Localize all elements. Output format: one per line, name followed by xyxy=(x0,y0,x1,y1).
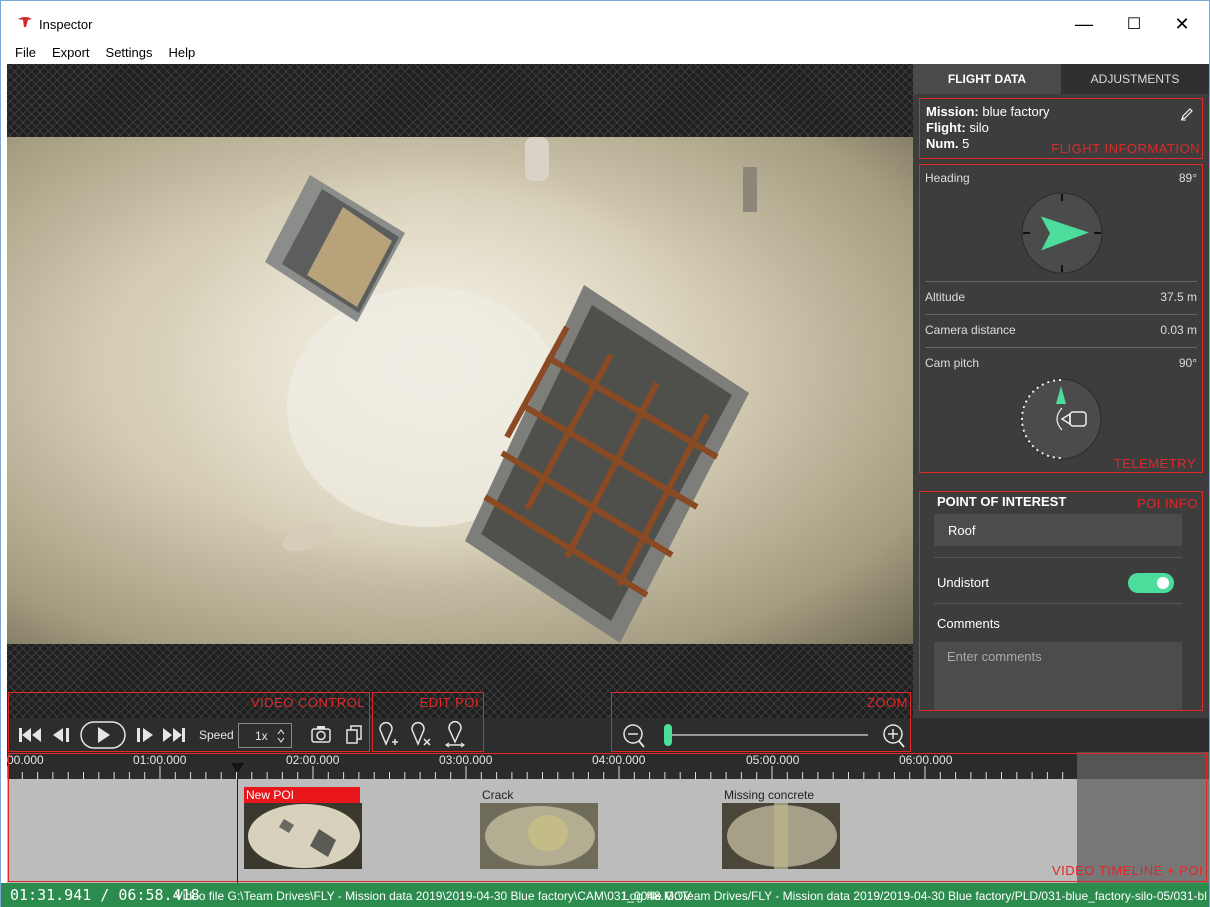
comments-label: Comments xyxy=(937,616,1000,631)
camera-distance-value: 0.03 m xyxy=(1160,323,1197,337)
app-logo-icon xyxy=(18,17,32,27)
comments-textarea[interactable]: Enter comments xyxy=(934,642,1182,710)
camera-distance-label: Camera distance xyxy=(925,323,1016,337)
timecode: 01:31.941 / 06:58.418 xyxy=(10,886,200,904)
menu-settings[interactable]: Settings xyxy=(98,45,161,60)
edit-poi-annotation: EDIT POI xyxy=(419,695,479,710)
edit-poi-box: EDIT POI xyxy=(372,692,484,752)
poi-info-panel: POINT OF INTEREST POI INFO Roof Undistor… xyxy=(919,491,1203,711)
minimize-button[interactable]: — xyxy=(1061,9,1107,39)
maximize-button[interactable]: ☐ xyxy=(1111,9,1157,39)
side-panel: FLIGHT DATA ADJUSTMENTS Mission: blue fa… xyxy=(913,64,1209,718)
camera-pitch-gauge-icon xyxy=(1020,378,1102,460)
video-content xyxy=(157,137,757,643)
flight-information-annotation: FLIGHT INFORMATION xyxy=(1051,141,1200,156)
poi-info-annotation: POI INFO xyxy=(1136,496,1198,511)
mission-label: Mission: xyxy=(926,104,979,119)
zoom-annotation: ZOOM xyxy=(867,695,908,710)
timeline-box xyxy=(8,753,1207,882)
heading-value: 89° xyxy=(1178,171,1197,185)
log-file-path: Log file G:\Team Drives/FLY - Mission da… xyxy=(623,889,1207,903)
comments-placeholder: Enter comments xyxy=(947,649,1042,664)
tab-flight-data[interactable]: FLIGHT DATA xyxy=(913,64,1061,94)
flight-information-panel: Mission: blue factory Flight: silo Num. … xyxy=(919,98,1203,159)
menu-export[interactable]: Export xyxy=(44,45,98,60)
title-bar: Inspector — ☐ ✕ xyxy=(1,1,1209,41)
playhead-line xyxy=(237,764,238,883)
poi-panel-title: POINT OF INTEREST xyxy=(937,494,1067,509)
video-viewer[interactable] xyxy=(7,64,913,718)
telemetry-panel: Heading 89° Altitude 37.5 m Camera distanc… xyxy=(919,164,1203,473)
video-control-box: VIDEO CONTROL xyxy=(8,692,370,752)
poi-name-value: Roof xyxy=(948,523,976,538)
zoom-box: ZOOM xyxy=(611,692,911,752)
heading-label: Heading xyxy=(925,171,970,185)
menu-file[interactable]: File xyxy=(7,45,44,60)
menu-help[interactable]: Help xyxy=(161,45,204,60)
heading-compass-icon xyxy=(1021,192,1103,274)
undistort-label: Undistort xyxy=(937,575,990,590)
edit-pencil-icon[interactable] xyxy=(1180,107,1194,121)
cam-pitch-label: Cam pitch xyxy=(925,356,980,370)
status-bar: 01:31.941 / 06:58.418 Video file G:\Team… xyxy=(1,883,1209,907)
app-title: Inspector xyxy=(39,17,93,32)
tab-bar: FLIGHT DATA ADJUSTMENTS xyxy=(913,64,1209,94)
video-control-annotation: VIDEO CONTROL xyxy=(250,695,365,710)
app-window: Inspector — ☐ ✕ File Export Settings Hel… xyxy=(0,0,1210,907)
video-frame[interactable] xyxy=(7,137,913,644)
cam-pitch-value: 90° xyxy=(1178,356,1197,370)
num-value: 5 xyxy=(962,136,970,151)
altitude-label: Altitude xyxy=(925,290,966,304)
telemetry-annotation: TELEMETRY xyxy=(1113,456,1196,471)
altitude-value: 37.5 m xyxy=(1160,290,1197,304)
mission-value: blue factory xyxy=(982,104,1050,119)
flight-value: silo xyxy=(969,120,989,135)
undistort-toggle[interactable] xyxy=(1128,573,1174,593)
menu-bar: File Export Settings Help xyxy=(1,41,1209,63)
num-label: Num. xyxy=(926,136,959,151)
poi-name-field[interactable]: Roof xyxy=(934,514,1182,546)
flight-label: Flight: xyxy=(926,120,966,135)
video-file-path: Video file G:\Team Drives\FLY - Mission … xyxy=(175,889,692,903)
tab-adjustments[interactable]: ADJUSTMENTS xyxy=(1061,64,1209,94)
close-button[interactable]: ✕ xyxy=(1159,9,1205,39)
